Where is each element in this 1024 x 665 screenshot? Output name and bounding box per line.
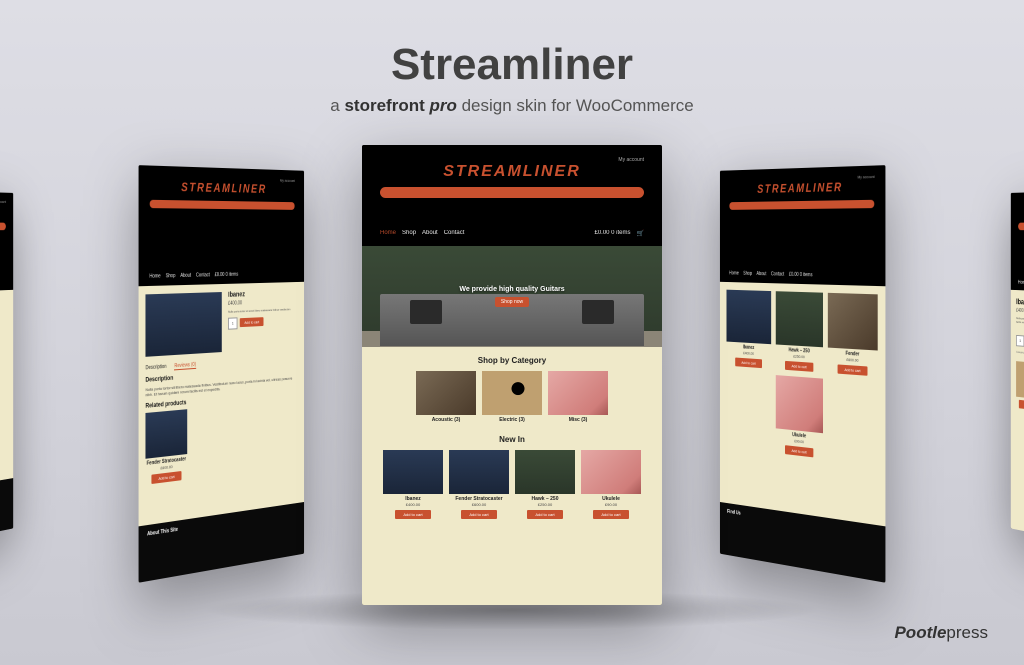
promo-title: Streamliner a storefront pro design skin… bbox=[0, 40, 1024, 116]
add-to-cart-button[interactable]: Add to cart bbox=[838, 364, 868, 375]
promo-subtitle: a storefront pro design skin for WooComm… bbox=[0, 96, 1024, 116]
add-to-cart-button[interactable]: Add to cart bbox=[785, 361, 813, 372]
related-thumb[interactable] bbox=[145, 409, 187, 459]
add-to-cart-button[interactable]: Add to cart bbox=[151, 471, 181, 484]
new-in-heading: New In bbox=[372, 435, 652, 444]
quantity-stepper[interactable]: 1 bbox=[228, 317, 237, 329]
nav-about[interactable]: About bbox=[422, 230, 438, 237]
hero-cta-button[interactable]: Shop now bbox=[495, 297, 529, 307]
preview-panel-product-right: My account STREAMLINER Home Shop Ibanez … bbox=[1011, 189, 1024, 555]
cart-icon[interactable]: 🛒 bbox=[637, 230, 644, 237]
product-name: Ibanez bbox=[228, 290, 298, 299]
product-price: £400.00 bbox=[228, 298, 298, 306]
footer-find-heading: Find Us bbox=[0, 485, 7, 499]
search-input[interactable] bbox=[380, 187, 644, 198]
promo-heading: Streamliner bbox=[0, 40, 1024, 90]
nav-shop[interactable]: Shop bbox=[402, 230, 416, 237]
category-card[interactable] bbox=[482, 371, 542, 415]
primary-nav: Home Shop About Contact bbox=[0, 280, 6, 290]
add-to-cart-button[interactable]: Add to cart bbox=[395, 510, 431, 519]
add-to-cart-button[interactable]: Add to cart bbox=[1019, 400, 1024, 411]
product-image bbox=[145, 292, 221, 357]
search-input[interactable] bbox=[1018, 222, 1024, 230]
product-card[interactable] bbox=[828, 293, 878, 351]
site-logo[interactable]: STREAMLINER bbox=[380, 163, 644, 181]
hero-tagline: We provide high quality Guitars bbox=[459, 286, 564, 293]
add-to-cart-button[interactable]: Add to cart bbox=[240, 317, 264, 327]
add-to-cart-button[interactable]: Add to cart bbox=[461, 510, 497, 519]
product-card[interactable] bbox=[449, 450, 509, 494]
site-logo[interactable]: STREAMLINER bbox=[0, 202, 6, 217]
product-card[interactable] bbox=[776, 291, 823, 347]
vendor-brand: Pootlepress bbox=[894, 623, 988, 643]
product-card[interactable] bbox=[776, 375, 823, 433]
copyright: Streamliner — A custom skin by Pootlepre… bbox=[0, 510, 7, 537]
preview-panel-about: My account STREAMLINER Home Shop About C… bbox=[0, 189, 13, 555]
quantity-stepper[interactable]: 1 bbox=[1016, 335, 1024, 347]
hero: We provide high quality Guitars Shop now bbox=[362, 246, 662, 346]
search-input[interactable] bbox=[0, 222, 6, 230]
product-card[interactable] bbox=[515, 450, 575, 494]
nav-home[interactable]: Home bbox=[380, 230, 396, 237]
tab-reviews[interactable]: Reviews (0) bbox=[174, 362, 196, 371]
product-card[interactable] bbox=[383, 450, 443, 494]
related-thumb[interactable] bbox=[1016, 361, 1024, 400]
category-card[interactable] bbox=[416, 371, 476, 415]
preview-panel-product-left: My account STREAMLINER Home Shop About C… bbox=[139, 165, 305, 583]
product-card[interactable] bbox=[726, 290, 771, 345]
add-to-cart-button[interactable]: Add to cart bbox=[593, 510, 629, 519]
category-card[interactable] bbox=[548, 371, 608, 415]
add-to-cart-button[interactable]: Add to cart bbox=[785, 445, 813, 457]
search-input[interactable] bbox=[149, 200, 295, 210]
site-logo[interactable]: STREAMLINER bbox=[149, 179, 295, 196]
product-card[interactable] bbox=[581, 450, 641, 494]
search-input[interactable] bbox=[729, 200, 875, 210]
add-to-cart-button[interactable]: Add to cart bbox=[735, 358, 762, 369]
preview-panel-shop: My account STREAMLINER Home Shop About C… bbox=[720, 165, 886, 583]
category-heading: Shop by Category bbox=[372, 356, 652, 365]
preview-panel-home: My account STREAMLINER Home Shop About C… bbox=[362, 145, 662, 605]
add-to-cart-button[interactable]: Add to cart bbox=[527, 510, 563, 519]
stage: Streamliner a storefront pro design skin… bbox=[0, 0, 1024, 665]
nav-cart[interactable]: £0.00 0 items bbox=[594, 230, 630, 237]
nav-contact[interactable]: Contact bbox=[444, 230, 465, 237]
